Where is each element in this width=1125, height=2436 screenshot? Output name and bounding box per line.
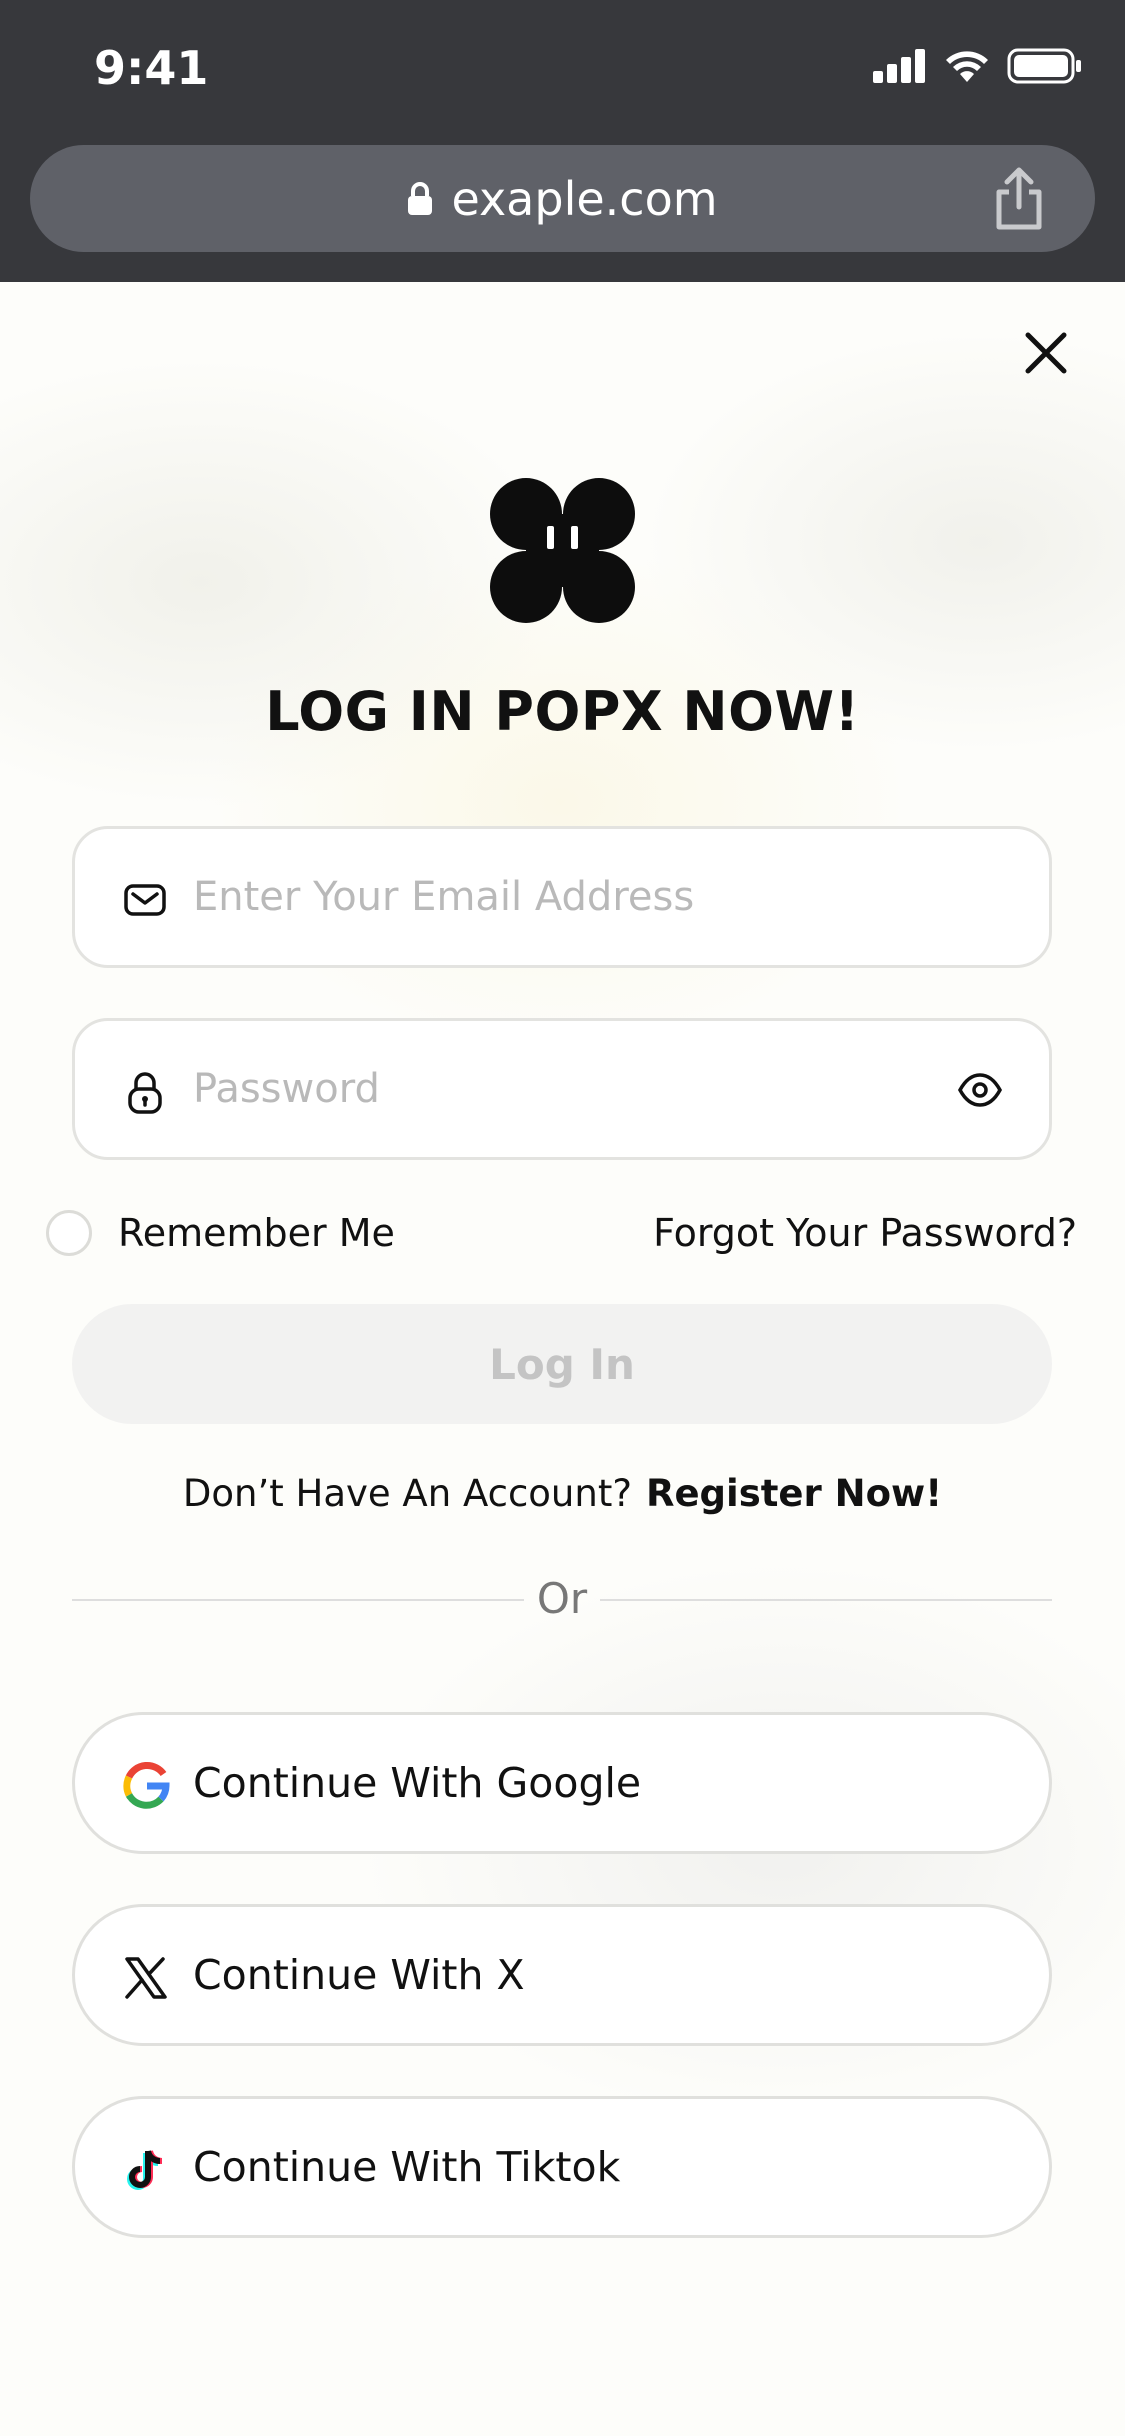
battery-icon [1007,48,1081,84]
status-time: 9:41 [94,41,209,95]
url-text: exaple.com [451,171,718,226]
forgot-password-link[interactable]: Forgot Your Password? [653,1210,1077,1256]
eye-icon[interactable] [957,1067,1003,1113]
popx-logo [490,478,635,623]
browser-chrome: 9:41 exaple.com [0,0,1125,282]
register-prompt: Don’t Have An Account? [182,1472,632,1515]
cellular-signal-icon [873,49,925,83]
email-input[interactable] [193,829,953,965]
tiktok-button-label: Continue With Tiktok [193,2143,621,2191]
password-input[interactable] [193,1021,893,1157]
address-bar[interactable]: exaple.com [30,145,1095,252]
remember-me-label: Remember Me [118,1211,395,1255]
wifi-icon [946,51,988,82]
continue-with-google-button[interactable]: Continue With Google [72,1712,1052,1854]
register-link[interactable]: Register Now! [646,1472,942,1515]
screen: 9:41 exaple.com LOG IN POPX NOW! Enter Y… [0,0,1125,2436]
page-title: LOG IN POPX NOW! [265,680,860,743]
password-field-container[interactable] [72,1018,1052,1160]
x-button-label: Continue With X [193,1951,525,1999]
status-icons [873,48,1083,84]
mail-icon [124,884,166,916]
padlock-icon [128,1072,162,1114]
remember-me[interactable]: Remember Me [46,1210,395,1256]
or-divider: Or [72,1574,1052,1624]
divider-label: Or [536,1574,588,1623]
register-line: Don’t Have An Account? Register Now! [0,1472,1125,1515]
google-button-label: Continue With Google [193,1759,642,1807]
google-icon [123,1762,170,1809]
lock-icon [408,181,433,215]
close-icon[interactable] [1020,327,1072,379]
email-field-container[interactable] [72,826,1052,968]
continue-with-tiktok-button[interactable]: Continue With Tiktok [72,2096,1052,2238]
login-page: LOG IN POPX NOW! Enter Your Email Addres… [0,282,1125,2436]
remember-me-radio[interactable] [46,1210,92,1256]
continue-with-x-button[interactable]: Continue With X [72,1904,1052,2046]
login-button[interactable]: Log In [72,1304,1052,1424]
tiktok-icon [127,2150,163,2190]
x-icon [125,1957,167,1999]
share-icon[interactable] [989,167,1049,231]
